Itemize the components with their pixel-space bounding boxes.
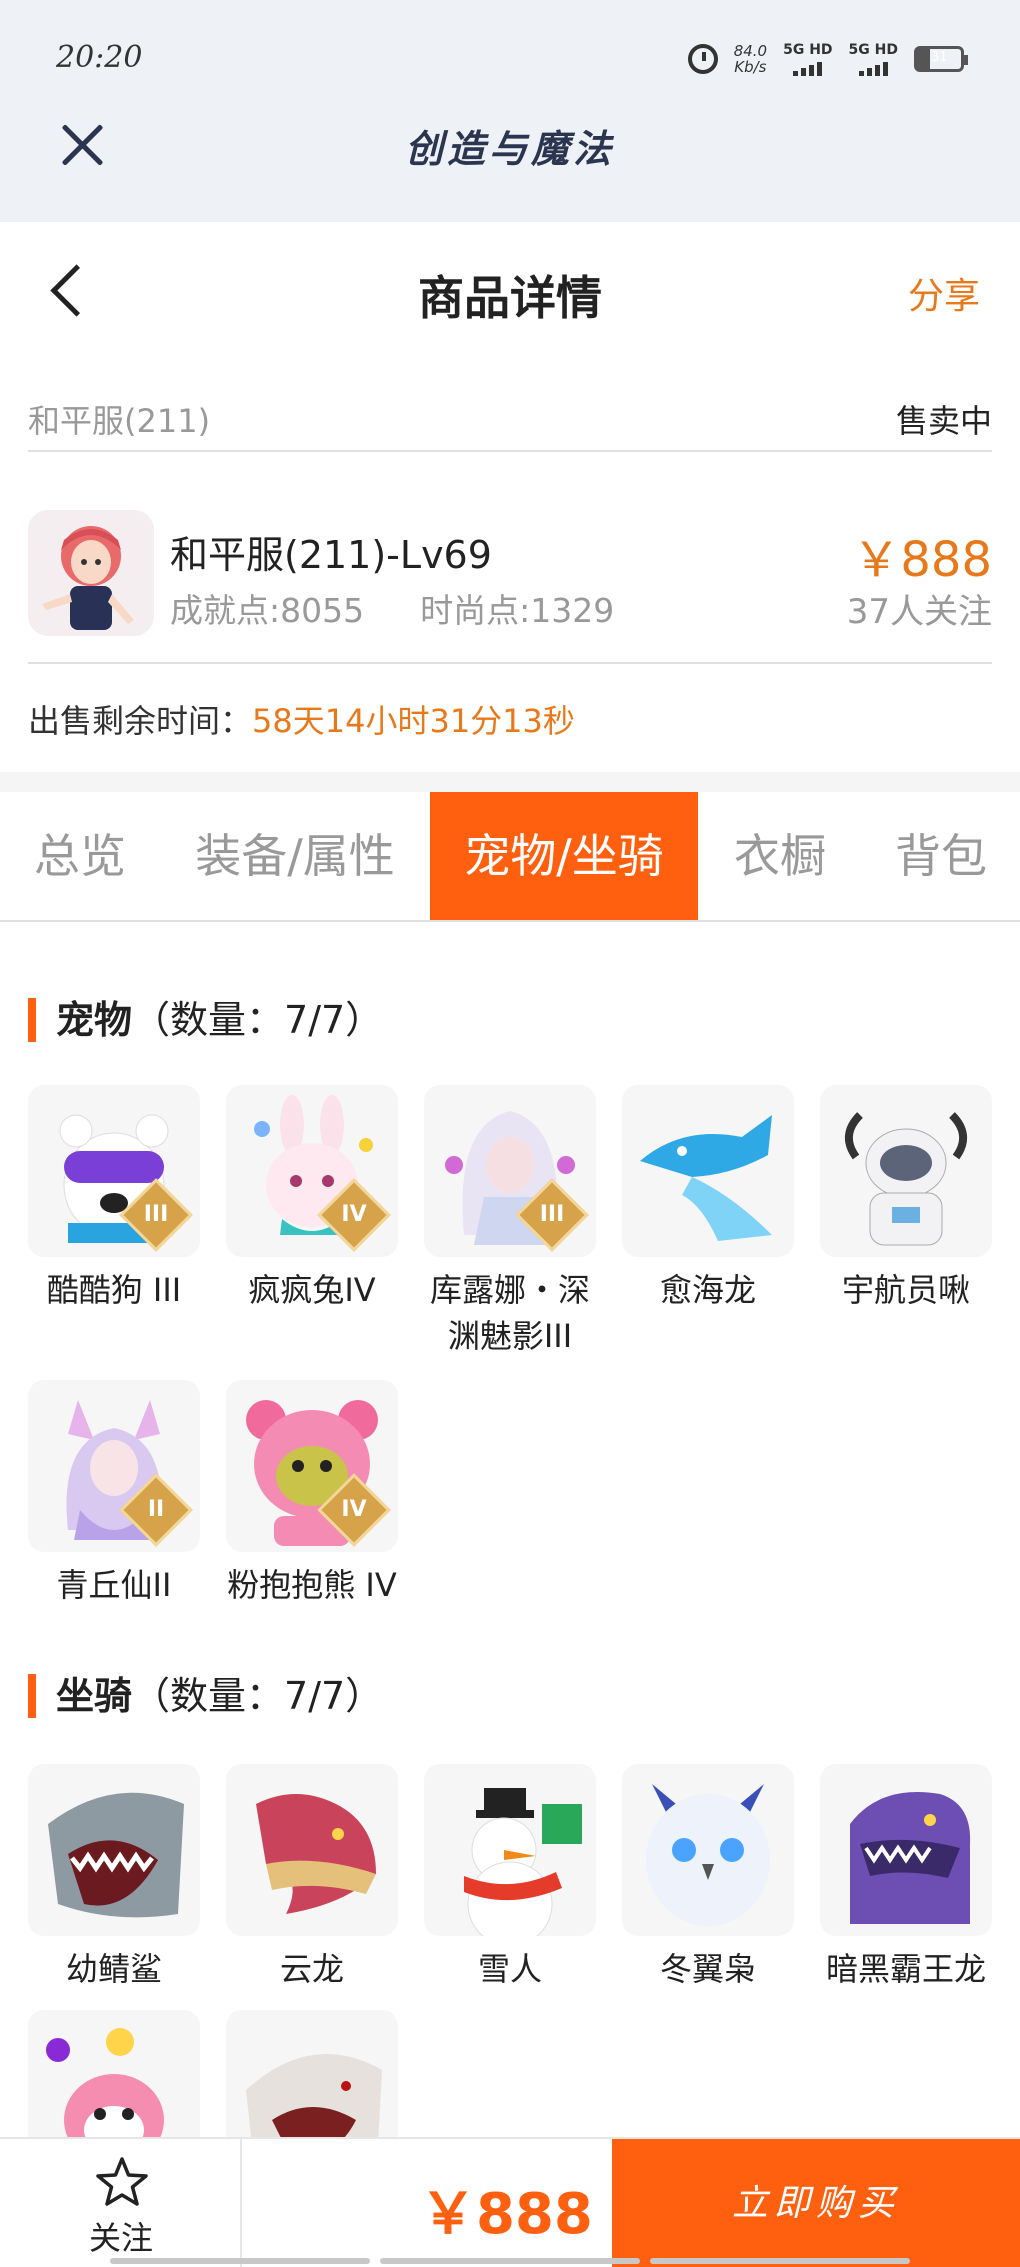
mounts-section-title: 坐骑（数量：7/7） — [28, 1674, 383, 1718]
tab-pets-mounts[interactable]: 宠物/坐骑 — [430, 792, 698, 920]
cloud-dragon-icon — [226, 1764, 398, 1936]
product-name: 和平服(211)-Lv69 — [170, 533, 492, 577]
share-button[interactable]: 分享 — [908, 267, 980, 319]
mount-name: 幼鲭鲨 — [65, 1950, 162, 1988]
screen: 20:20 84.0 Kb/s 5G HD 5G HD 31 创造与魔法 商品详… — [0, 0, 1020, 2267]
fashion-points: 时尚点:1329 — [420, 591, 615, 630]
pet-name: 酷酷狗 III — [46, 1271, 182, 1309]
pet-name: 青丘仙II — [56, 1566, 172, 1604]
mount-name: 冬翼枭 — [659, 1950, 756, 1988]
pet-name: 粉抱抱熊 IV — [227, 1566, 397, 1604]
buy-now-button[interactable]: 立即购买 — [612, 2139, 1020, 2267]
signal-bars-icon — [793, 60, 823, 76]
follower-count: 37人关注 — [846, 592, 992, 632]
achievement-points: 成就点:8055 — [170, 591, 365, 630]
pets-count: （数量：7/7） — [132, 998, 384, 1042]
mounts-count: （数量：7/7） — [132, 1674, 384, 1718]
net-speed-unit: Kb/s — [734, 58, 767, 76]
battery-level: 31 — [931, 50, 948, 65]
tab-bar: 总览 装备/属性 宠物/坐骑 衣橱 背包 — [0, 792, 1020, 922]
countdown-label: 出售剩余时间： — [28, 702, 253, 740]
mount-name: 雪人 — [477, 1950, 542, 1988]
tab-wardrobe[interactable]: 衣橱 — [718, 792, 842, 920]
divider — [0, 772, 1020, 792]
follow-label: 关注 — [88, 2219, 153, 2257]
tab-backpack[interactable]: 背包 — [876, 792, 1006, 920]
mount-tile[interactable]: 冬翼枭 — [622, 1764, 794, 1992]
rabbit-icon: IV — [226, 1085, 398, 1257]
server-row: 和平服(211) 售卖中 — [28, 380, 992, 452]
pet-rank: IV — [341, 1202, 367, 1227]
app-title: 创造与魔法 — [404, 126, 615, 171]
bottom-action-bar: 关注 ￥888 立即购买 — [0, 2137, 1020, 2267]
follow-button[interactable]: 关注 — [0, 2139, 242, 2267]
battery-icon: 31 — [914, 46, 968, 72]
product-stats: 成就点:8055 时尚点:1329 — [170, 584, 614, 632]
product-price: ￥888 — [852, 532, 992, 588]
star-icon — [96, 2157, 148, 2206]
fairy-girl-icon: III — [424, 1085, 596, 1257]
page-title: 商品详情 — [418, 271, 602, 325]
net-speed: 84.0 Kb/s — [734, 43, 767, 75]
tab-equipment[interactable]: 装备/属性 — [180, 792, 410, 920]
pet-tile[interactable]: 宇航员啾 — [820, 1085, 992, 1313]
pet-rank: II — [147, 1497, 165, 1522]
server-label: 和平服(211) — [28, 402, 211, 440]
pet-name: 疯疯兔IV — [248, 1271, 376, 1309]
signal-2: 5G HD — [849, 42, 898, 76]
alarm-icon — [687, 44, 718, 74]
bottom-price: ￥888 — [420, 2182, 593, 2247]
pet-tile[interactable]: III 库露娜・深渊魅影III — [424, 1085, 596, 1359]
avatar — [28, 510, 154, 636]
mount-tile[interactable]: 幼鲭鲨 — [28, 1764, 200, 1992]
mount-tile[interactable]: 雪人 — [424, 1764, 596, 1992]
mount-name: 暗黑霸王龙 — [825, 1950, 986, 1988]
status-icons: 84.0 Kb/s 5G HD 5G HD 31 — [687, 42, 968, 76]
pet-name: 宇航员啾 — [841, 1271, 970, 1309]
tab-overview[interactable]: 总览 — [0, 792, 160, 920]
mounts-title: 坐骑 — [56, 1674, 133, 1718]
bear-goggles-icon: III — [28, 1085, 200, 1257]
pet-name: 愈海龙 — [659, 1271, 756, 1309]
pet-tile[interactable]: IV 粉抱抱熊 IV — [226, 1380, 398, 1608]
countdown-value: 58天14小时31分13秒 — [252, 702, 575, 740]
status-time: 20:20 — [56, 40, 143, 75]
pet-rank: III — [143, 1202, 169, 1227]
app-top-bar: 20:20 84.0 Kb/s 5G HD 5G HD 31 创造与魔法 — [0, 0, 1020, 222]
net-speed-value: 84.0 — [733, 42, 768, 60]
signal-bars-icon — [858, 60, 888, 76]
trex-icon — [820, 1764, 992, 1936]
fox-spirit-icon: II — [28, 1380, 200, 1552]
product-card[interactable]: 和平服(211)-Lv69 成就点:8055 时尚点:1329 ￥888 37人… — [28, 484, 992, 664]
sale-countdown: 出售剩余时间：58天14小时31分13秒 — [28, 696, 575, 742]
mount-tile[interactable]: 云龙 — [226, 1764, 398, 1992]
signal-2-label: 5G HD — [848, 42, 898, 58]
page-header: 商品详情 分享 — [0, 222, 1020, 352]
shark-icon — [28, 1764, 200, 1936]
pet-name: 库露娜・深渊魅影III — [429, 1271, 590, 1355]
mount-tile[interactable]: 暗黑霸王龙 — [820, 1764, 992, 1992]
mount-name: 云龙 — [279, 1950, 344, 1988]
snowman-icon — [424, 1764, 596, 1936]
sea-dragon-icon — [622, 1085, 794, 1257]
gesture-bar — [110, 2258, 910, 2264]
pet-rank: IV — [341, 1497, 367, 1522]
signal-1: 5G HD — [783, 42, 833, 76]
signal-1-label: 5G HD — [783, 42, 833, 58]
status-badge: 售卖中 — [895, 402, 992, 440]
astronaut-icon — [820, 1085, 992, 1257]
pet-tile[interactable]: IV 疯疯兔IV — [226, 1085, 398, 1313]
pets-section-title: 宠物（数量：7/7） — [28, 998, 383, 1042]
pink-bear-icon: IV — [226, 1380, 398, 1552]
owl-icon — [622, 1764, 794, 1936]
pet-tile[interactable]: II 青丘仙II — [28, 1380, 200, 1608]
pet-rank: III — [539, 1202, 565, 1227]
pet-tile[interactable]: 愈海龙 — [622, 1085, 794, 1313]
pets-title: 宠物 — [56, 998, 133, 1042]
pet-tile[interactable]: III 酷酷狗 III — [28, 1085, 200, 1313]
